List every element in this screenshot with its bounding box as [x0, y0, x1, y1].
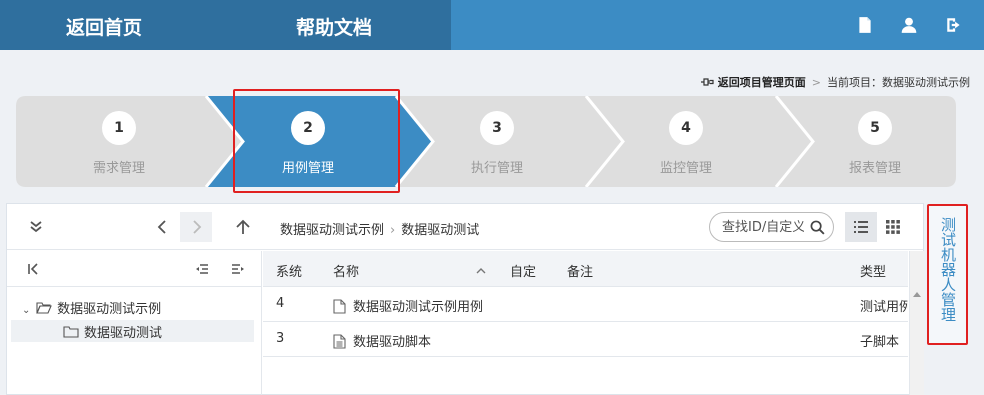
file-icon	[333, 299, 346, 314]
step-3-label[interactable]: 执行管理	[471, 157, 523, 176]
toolbar: 数据驱动测试示例 › 数据驱动测试	[7, 204, 923, 250]
step-1-number[interactable]: 1	[102, 111, 136, 145]
cell-type: 子脚本	[860, 335, 900, 350]
cell-name[interactable]: 数据驱动测试示例用例	[333, 296, 483, 315]
tree-toolbar	[7, 251, 262, 287]
column-custom[interactable]: 自定	[510, 261, 536, 280]
back-arrow-icon[interactable]	[153, 217, 173, 237]
case-table: 系统 名称 自定 备注 类型 4 数据驱动测试示例用例 测试用例 3 数据驱动脚…	[263, 251, 924, 395]
script-file-icon	[333, 334, 346, 349]
step-4-number[interactable]: 4	[669, 111, 703, 145]
robot-management-label: 测试机器人管理	[939, 217, 957, 322]
sort-asc-icon[interactable]	[476, 267, 486, 274]
folder-open-icon	[36, 302, 52, 314]
user-icon[interactable]	[900, 16, 918, 34]
list-view-button[interactable]	[845, 212, 877, 242]
step-3-number[interactable]: 3	[480, 111, 514, 145]
document-icon[interactable]	[856, 16, 874, 34]
grid-view-button[interactable]	[877, 212, 909, 242]
plug-icon	[700, 77, 714, 87]
cell-system: 4	[276, 296, 285, 311]
cell-system: 3	[276, 331, 285, 346]
logout-icon[interactable]	[945, 16, 963, 34]
collapse-all-icon[interactable]	[26, 217, 46, 237]
grid-view-icon	[886, 220, 900, 234]
current-project-name: 数据驱动测试示例	[882, 76, 970, 89]
step-5-number[interactable]: 5	[858, 111, 892, 145]
column-system[interactable]: 系统	[276, 261, 302, 280]
cell-type: 测试用例	[860, 300, 908, 315]
chevron-down-icon[interactable]: ⌄	[22, 305, 32, 316]
project-bar: 返回项目管理页面 > 当前项目：数据驱动测试示例	[700, 74, 970, 90]
collapse-tree-icon[interactable]	[27, 263, 39, 275]
cell-name-text: 数据驱动脚本	[353, 335, 432, 350]
forward-arrow-icon	[193, 220, 202, 234]
workflow-steps: 1 需求管理 2 用例管理 3 执行管理 4 监控管理 5 报表管理	[16, 96, 956, 187]
forward-button[interactable]	[180, 212, 212, 242]
separator-icon: >	[811, 76, 821, 89]
table-scrollbar[interactable]	[909, 251, 924, 395]
tree-node-root-label: 数据驱动测试示例	[57, 302, 162, 317]
help-link[interactable]: 帮助文档	[296, 13, 372, 40]
tree-node-selected-label: 数据驱动测试	[84, 326, 163, 341]
indent-icon[interactable]	[231, 263, 245, 275]
folder-icon	[63, 326, 79, 338]
list-view-icon	[854, 221, 868, 233]
step-4-label[interactable]: 监控管理	[660, 157, 712, 176]
back-to-projects-link[interactable]: 返回项目管理页面	[718, 76, 806, 89]
top-bar: 返回首页 帮助文档	[0, 0, 984, 50]
search-box	[709, 212, 834, 242]
folder-breadcrumb: 数据驱动测试示例 › 数据驱动测试	[280, 219, 479, 238]
scroll-up-icon[interactable]	[913, 291, 921, 297]
column-note[interactable]: 备注	[567, 261, 593, 280]
step-1-label[interactable]: 需求管理	[93, 157, 145, 176]
active-step-highlight	[233, 89, 400, 193]
column-type[interactable]: 类型	[860, 261, 886, 280]
breadcrumb-item-current[interactable]: 数据驱动测试	[401, 223, 479, 238]
search-icon[interactable]	[810, 220, 825, 235]
cell-name-text: 数据驱动测试示例用例	[353, 300, 484, 315]
outdent-icon[interactable]	[195, 263, 209, 275]
table-row[interactable]: 4 数据驱动测试示例用例 测试用例	[263, 287, 908, 322]
case-panel: 数据驱动测试示例 › 数据驱动测试 ⌄ 数据驱动测试示例 数据驱动测试 系统	[6, 203, 924, 395]
current-project-label: 当前项目：	[827, 76, 882, 89]
home-link[interactable]: 返回首页	[66, 13, 142, 40]
tree-node-root[interactable]: ⌄ 数据驱动测试示例	[22, 298, 161, 317]
search-input[interactable]	[722, 219, 804, 236]
tree-node-selected[interactable]: 数据驱动测试	[11, 320, 254, 342]
breadcrumb-item-root[interactable]: 数据驱动测试示例	[280, 223, 384, 238]
folder-tree: ⌄ 数据驱动测试示例 数据驱动测试	[7, 251, 262, 395]
table-row[interactable]: 3 数据驱动脚本 子脚本	[263, 322, 908, 357]
cell-name[interactable]: 数据驱动脚本	[333, 331, 431, 350]
up-arrow-icon[interactable]	[233, 217, 253, 237]
table-header: 系统 名称 自定 备注 类型	[263, 251, 908, 287]
step-5-label[interactable]: 报表管理	[849, 157, 901, 176]
breadcrumb-separator-icon: ›	[390, 223, 396, 238]
robot-management-tab[interactable]: 测试机器人管理	[927, 204, 968, 345]
column-name[interactable]: 名称	[333, 261, 359, 280]
